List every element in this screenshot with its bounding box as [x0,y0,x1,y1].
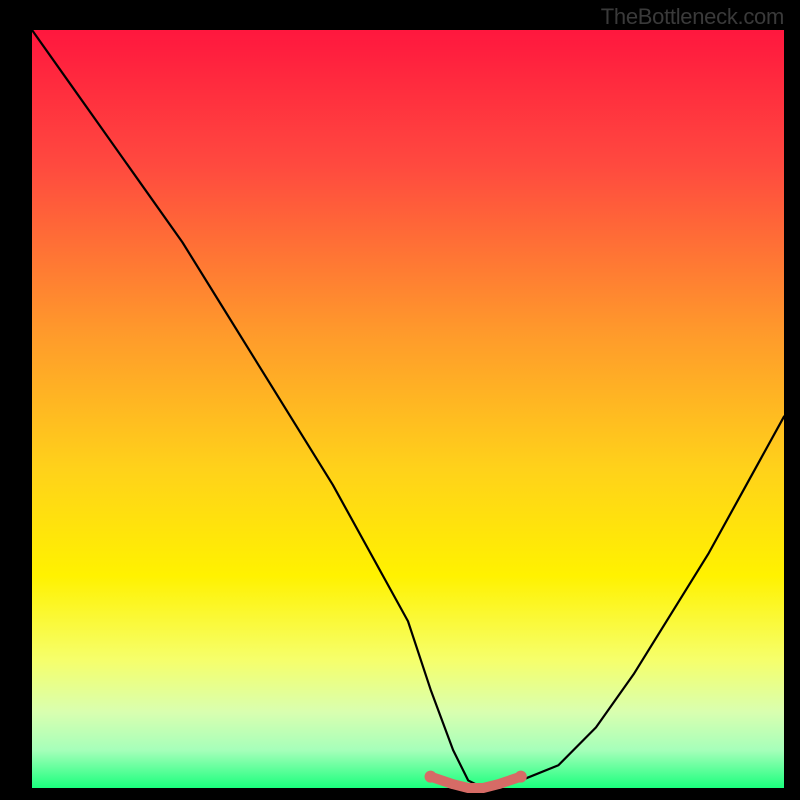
highlight-endpoint-right [515,771,527,783]
attribution-label: TheBottleneck.com [601,4,784,30]
highlight-endpoint-left [425,771,437,783]
bottleneck-chart [0,0,800,800]
chart-frame: TheBottleneck.com [0,0,800,800]
gradient-background [32,30,784,788]
